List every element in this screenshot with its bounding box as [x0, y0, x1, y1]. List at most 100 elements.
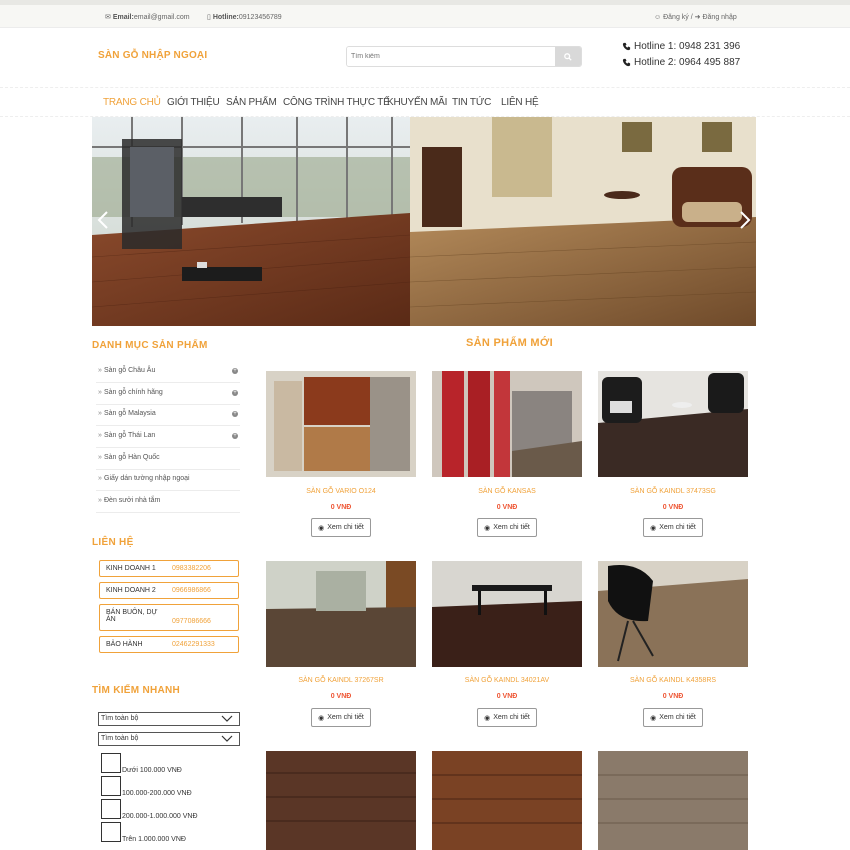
nav-projects[interactable]: CÔNG TRÌNH THỰC TẾ [283, 97, 390, 108]
contact-phone[interactable]: 0966986866 [172, 587, 211, 594]
chevron-down-icon [221, 735, 233, 742]
price-checkbox[interactable] [101, 753, 121, 773]
product-photo [266, 561, 416, 667]
hotline-1: Hotline 1: 0948 231 396 [622, 41, 740, 52]
topbar-email: ✉ Email:email@gmail.com [105, 13, 190, 21]
product-image[interactable] [432, 561, 582, 667]
product-price: 0 VNĐ [330, 504, 352, 511]
nav-about[interactable]: GIỚI THIỆU [167, 97, 220, 108]
category-item[interactable]: » Sàn gỗ Hàn Quốc [96, 448, 240, 470]
new-products-title: SẢN PHẨM MỚI [466, 337, 553, 349]
product-image[interactable] [266, 561, 416, 667]
register-link[interactable]: Đăng ký [663, 14, 689, 21]
email-label: Email: [112, 14, 134, 21]
view-detail-button[interactable]: ◉ Xem chi tiết [477, 708, 537, 727]
product-image[interactable] [598, 371, 748, 477]
hotline-1-text: Hotline 1: 0948 231 396 [634, 41, 741, 52]
view-detail-button[interactable]: ◉ Xem chi tiết [311, 518, 371, 537]
view-detail-button[interactable]: ◉ Xem chi tiết [311, 708, 371, 727]
product-image[interactable] [432, 371, 582, 477]
button-label: Xem chi tiết [659, 524, 696, 531]
contact-phone[interactable]: 0977086666 [172, 618, 211, 625]
button-label: Xem chi tiết [659, 714, 696, 721]
hotline-label: Hotline: [212, 14, 239, 21]
category-select[interactable]: Tìm toàn bộ [98, 712, 240, 726]
product-name[interactable]: SÀN GỖ VARIO O124 [266, 488, 416, 495]
product-price: 0 VNĐ [662, 693, 684, 700]
price-select[interactable]: Tìm toàn bộ [98, 732, 240, 746]
expand-icon[interactable]: + [232, 411, 238, 417]
bullet-icon: » [98, 432, 102, 439]
phone-icon [622, 42, 631, 51]
button-label: Xem chi tiết [493, 524, 530, 531]
product-photo [432, 371, 582, 477]
view-detail-button[interactable]: ◉ Xem chi tiết [643, 708, 703, 727]
contact-phone[interactable]: 02462291333 [172, 641, 215, 648]
top-bar: ✉ Email:email@gmail.com ▯ Hotline:091234… [0, 0, 850, 28]
contact-name: KINH DOANH 1 [106, 565, 156, 572]
product-image[interactable] [266, 371, 416, 477]
button-label: Xem chi tiết [493, 714, 530, 721]
bullet-icon: » [98, 497, 102, 504]
category-item[interactable]: » Giấy dán tường nhập ngoại [96, 469, 240, 491]
chevron-down-icon [221, 715, 233, 722]
banner-next-arrow-icon[interactable] [738, 211, 752, 229]
category-label: Sàn gỗ Châu Âu [104, 367, 156, 374]
product-image[interactable] [432, 751, 582, 850]
contact-box[interactable]: KINH DOANH 2 0966986866 [99, 582, 239, 599]
bullet-icon: » [98, 410, 102, 417]
expand-icon[interactable]: + [232, 390, 238, 396]
contact-box[interactable]: KINH DOANH 1 0983382206 [99, 560, 239, 577]
product-price: 0 VNĐ [496, 693, 518, 700]
user-plus-icon: ☺ [654, 14, 662, 21]
login-link[interactable]: Đăng nhập [702, 14, 736, 21]
price-checkbox[interactable] [101, 822, 121, 842]
contact-box[interactable]: BÁN BUÔN, DỰ ÁN 0977086666 [99, 604, 239, 631]
product-image[interactable] [598, 751, 748, 850]
category-item[interactable]: » Sàn gỗ Malaysia + [96, 404, 240, 426]
product-photo [598, 371, 748, 477]
bullet-icon: » [98, 367, 102, 374]
nav-promotions[interactable]: KHUYẾN MÃI [387, 97, 447, 108]
price-filter-label: Dưới 100.000 VNĐ [122, 767, 182, 774]
button-label: Xem chi tiết [327, 524, 364, 531]
category-item[interactable]: » Sàn gỗ Thái Lan + [96, 426, 240, 448]
product-name[interactable]: SÀN GỖ KAINDL 37267SR [266, 677, 416, 684]
banner-prev-arrow-icon[interactable] [96, 211, 110, 229]
contact-phone[interactable]: 0983382206 [172, 565, 211, 572]
product-photo [432, 751, 582, 850]
account-separator: / [690, 14, 693, 21]
product-image[interactable] [266, 751, 416, 850]
search-input[interactable] [347, 47, 557, 66]
expand-icon[interactable]: + [232, 433, 238, 439]
category-label: Sàn gỗ Malaysia [104, 410, 156, 417]
product-name[interactable]: SÀN GỖ KAINDL 34021AV [432, 677, 582, 684]
expand-icon[interactable]: + [232, 368, 238, 374]
button-label: Xem chi tiết [327, 714, 364, 721]
product-price: 0 VNĐ [496, 504, 518, 511]
categories-title: DANH MỤC SẢN PHẨM [92, 340, 208, 351]
contact-name: BẢO HÀNH [106, 641, 143, 648]
price-checkbox[interactable] [101, 799, 121, 819]
bullet-icon: » [98, 475, 102, 482]
category-label: Sàn gỗ Hàn Quốc [104, 454, 160, 461]
site-logo[interactable]: SÀN GỖ NHẬP NGOẠI [98, 50, 207, 61]
product-name[interactable]: SÀN GỖ KANSAS [432, 488, 582, 495]
nav-news[interactable]: TIN TỨC [452, 97, 491, 108]
product-name[interactable]: SÀN GỖ KAINDL K4358RS [598, 677, 748, 684]
nav-home[interactable]: TRANG CHỦ [103, 97, 161, 108]
view-detail-button[interactable]: ◉ Xem chi tiết [643, 518, 703, 537]
contact-box[interactable]: BẢO HÀNH 02462291333 [99, 636, 239, 653]
view-detail-button[interactable]: ◉ Xem chi tiết [477, 518, 537, 537]
category-item[interactable]: » Sàn gỗ chính hãng + [96, 383, 240, 405]
product-image[interactable] [598, 561, 748, 667]
nav-contact[interactable]: LIÊN HỆ [501, 97, 539, 108]
hero-banner[interactable] [92, 117, 756, 326]
search-button[interactable] [555, 47, 581, 66]
nav-products[interactable]: SẢN PHẨM [226, 97, 277, 108]
price-checkbox[interactable] [101, 776, 121, 796]
category-item[interactable]: » Đèn sưởi nhà tắm [96, 491, 240, 513]
search-icon [564, 52, 572, 61]
category-item[interactable]: » Sàn gỗ Châu Âu + [96, 361, 240, 383]
product-name[interactable]: SÀN GỖ KAINDL 37473SG [598, 488, 748, 495]
